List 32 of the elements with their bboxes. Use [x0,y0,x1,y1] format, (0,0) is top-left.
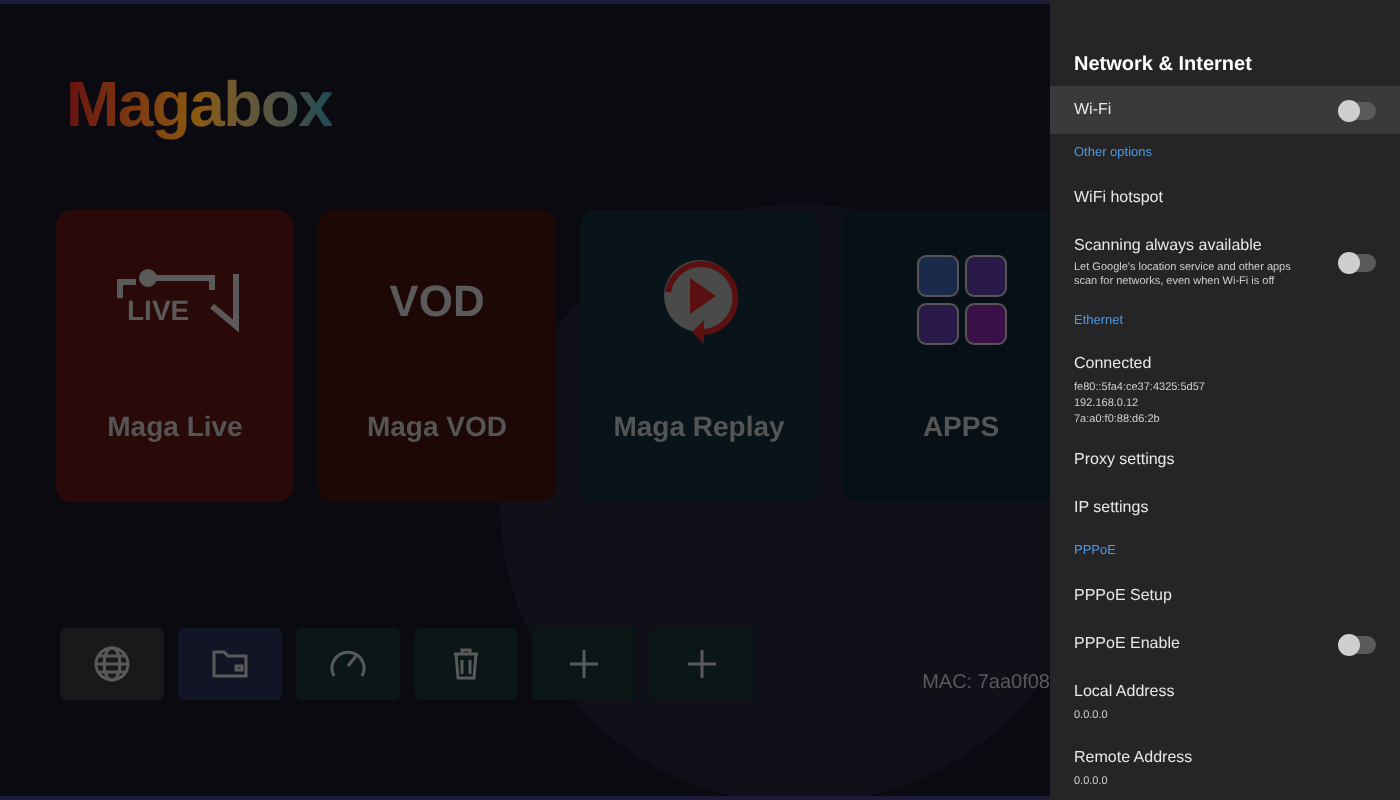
toggle-switch[interactable] [1340,101,1376,119]
plus-icon [564,644,604,684]
item-label: IP settings [1074,496,1149,520]
plus-icon [682,644,722,684]
settings-item[interactable]: Wi-Fi [1050,86,1400,134]
settings-item[interactable]: PPPoE Enable [1050,620,1400,668]
item-label: Local Address [1074,679,1175,703]
vod-icon-text: VOD [389,273,485,329]
item-label: PPPoE Enable [1074,632,1180,656]
panel-title: Network & Internet [1072,52,1254,80]
item-label: PPPoE Setup [1074,584,1172,608]
settings-item[interactable]: PPPoE Setup [1050,572,1400,620]
settings-item[interactable]: IP settings [1050,484,1400,532]
globe-icon [92,644,132,684]
mac-address: MAC: 7aa0f08 [922,670,1050,698]
toggle-switch[interactable] [1340,253,1376,271]
shortcut-button[interactable] [296,628,400,700]
shortcut-button[interactable] [60,628,164,700]
shortcut-button[interactable] [650,628,754,700]
item-label: Remote Address [1074,745,1193,769]
shortcut-button[interactable] [414,628,518,700]
shortcut-button[interactable] [178,628,282,700]
toggle-switch[interactable] [1340,635,1376,653]
shortcut-button[interactable] [532,628,636,700]
item-label: Wi-Fi [1074,98,1112,122]
item-label: Scanning always available [1074,234,1264,258]
item-label: Connected [1074,351,1154,375]
item-label: WiFi hotspot [1074,186,1163,210]
item-label: Proxy settings [1074,448,1175,472]
settings-item[interactable]: Proxy settings [1050,436,1400,484]
app-grid-icon [915,254,1007,346]
settings-item[interactable]: WiFi hotspot [1050,174,1400,222]
